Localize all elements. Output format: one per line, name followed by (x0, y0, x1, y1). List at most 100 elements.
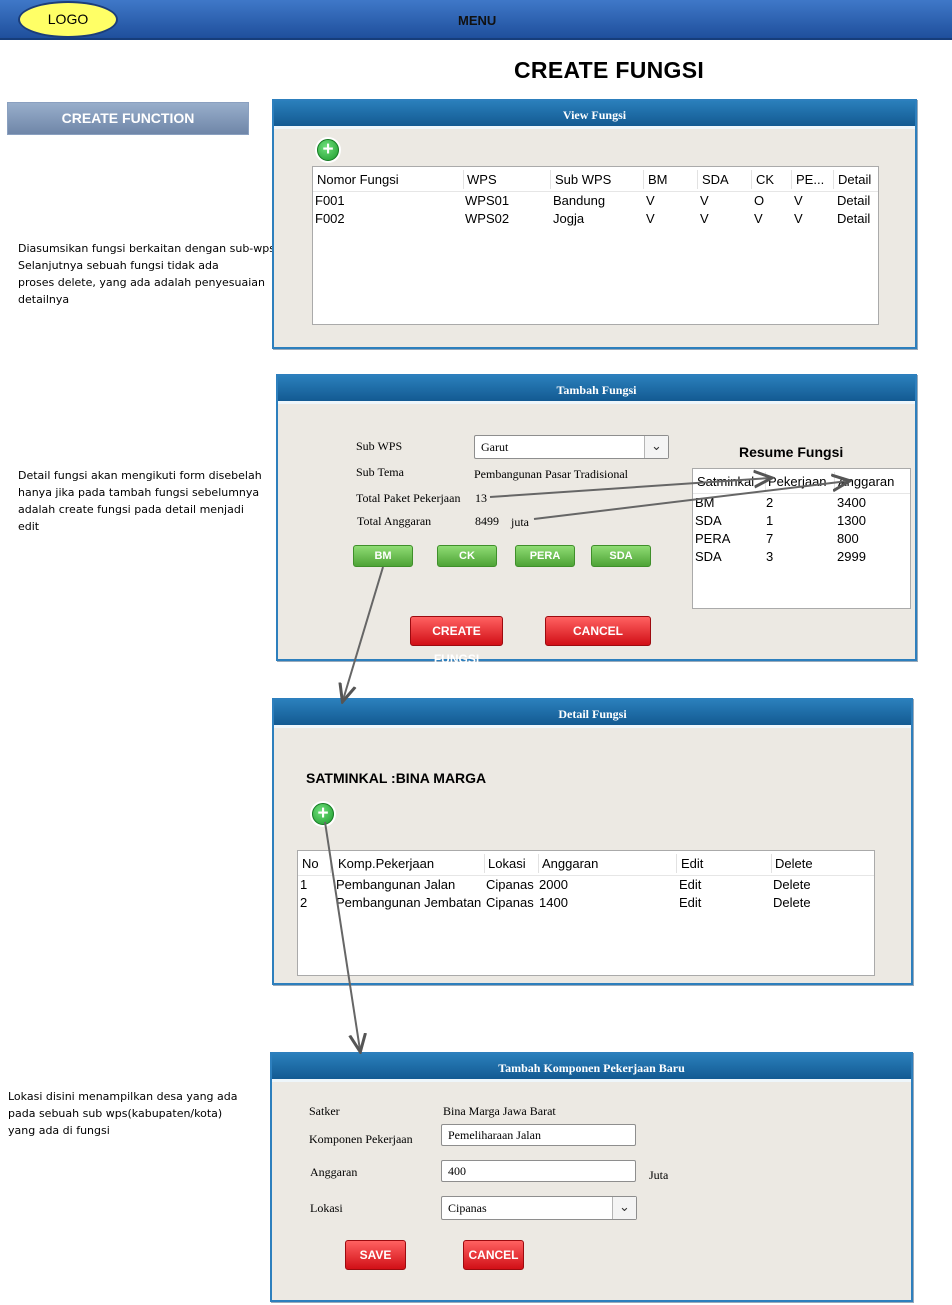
detail-fungsi-panel: Detail Fungsi SATMINKAL :BINA MARGA + No… (272, 698, 913, 985)
column-header[interactable]: SDA (702, 172, 729, 187)
edit-link[interactable]: Edit (679, 895, 701, 910)
column-header[interactable]: Edit (681, 856, 703, 871)
column-header[interactable]: Lokasi (488, 856, 526, 871)
table-cell: Pembangunan Jalan (336, 877, 456, 892)
table-cell: 2 (766, 495, 774, 510)
sub-wps-select[interactable]: Garut ⌄ (474, 435, 669, 459)
table-cell: 2000 (539, 877, 568, 892)
table-cell: V (754, 211, 763, 226)
total-paket-label: Total Paket Pekerjaan (356, 491, 461, 505)
ck-button[interactable]: CK (437, 545, 497, 567)
add-komponen-icon[interactable]: + (312, 803, 334, 825)
table-cell: Cipanas (486, 895, 534, 910)
table-cell: WPS02 (465, 211, 510, 226)
anggaran-unit: Juta (649, 1168, 669, 1182)
column-header[interactable]: Sub WPS (555, 172, 611, 187)
table-cell: 3 (766, 549, 774, 564)
column-header[interactable]: Pekerjaan (768, 474, 827, 489)
table-cell: 2 (300, 895, 308, 910)
table-cell: Jogja (553, 211, 585, 226)
table-cell: PERA (695, 531, 731, 546)
total-anggaran-value: 8499 (475, 514, 499, 528)
total-paket-value: 13 (475, 491, 487, 505)
table-cell: V (646, 211, 655, 226)
lokasi-label: Lokasi (310, 1201, 343, 1215)
resume-table: Satminkal Pekerjaan Anggaran BM 2 3400 S… (692, 468, 911, 609)
cancel-button[interactable]: CANCEL (545, 616, 651, 646)
sub-tema-value: Pembangunan Pasar Tradisional (474, 467, 628, 481)
column-header[interactable]: Detail (838, 172, 871, 187)
column-header[interactable]: Anggaran (542, 856, 598, 871)
table-cell: 800 (837, 531, 859, 546)
table-cell: V (646, 193, 655, 208)
table-cell: V (794, 193, 803, 208)
save-button[interactable]: SAVE (345, 1240, 406, 1270)
pera-button[interactable]: PERA (515, 545, 575, 567)
column-header[interactable]: Komp.Pekerjaan (338, 856, 434, 871)
satker-label: Satker (309, 1104, 340, 1118)
bm-button[interactable]: BM (353, 545, 413, 567)
column-header[interactable]: Satminkal (697, 474, 754, 489)
table-cell: V (794, 211, 803, 226)
resume-title: Resume Fungsi (739, 444, 844, 460)
komponen-table: No Komp.Pekerjaan Lokasi Anggaran Edit D… (297, 850, 875, 976)
table-cell: 1400 (539, 895, 568, 910)
table-cell: F001 (315, 193, 345, 208)
column-header[interactable]: Delete (775, 856, 813, 871)
menu-button[interactable]: MENU (458, 13, 496, 28)
panel-title: Detail Fungsi (274, 700, 911, 728)
column-header[interactable]: No (302, 856, 319, 871)
table-cell: O (754, 193, 765, 208)
table-cell: V (700, 193, 709, 208)
lokasi-select[interactable]: Cipanas ⌄ (441, 1196, 637, 1220)
tambah-komponen-panel: Tambah Komponen Pekerjaan Baru Satker Bi… (270, 1052, 913, 1302)
note-lokasi: Lokasi disini menampilkan desa yang ada … (8, 1090, 238, 1137)
create-fungsi-button[interactable]: CREATE FUNGSI (410, 616, 503, 666)
satker-value: Bina Marga Jawa Barat (443, 1104, 556, 1118)
logo[interactable]: LOGO (18, 1, 118, 38)
column-header[interactable]: WPS (467, 172, 497, 187)
column-header[interactable]: Anggaran (838, 474, 894, 489)
cancel-button[interactable]: CANCEL (463, 1240, 524, 1270)
table-cell: Cipanas (486, 877, 534, 892)
sub-wps-value: Garut (481, 440, 509, 454)
sda-button[interactable]: SDA (591, 545, 651, 567)
komponen-input[interactable]: Pemeliharaan Jalan (441, 1124, 636, 1146)
detail-link[interactable]: Detail (837, 211, 870, 226)
lokasi-value: Cipanas (448, 1201, 487, 1215)
table-cell: 2999 (837, 549, 866, 564)
table-cell: V (700, 211, 709, 226)
table-cell: SDA (695, 513, 722, 528)
komponen-label: Komponen Pekerjaan (309, 1132, 413, 1146)
fungsi-table: Nomor Fungsi WPS Sub WPS BM SDA CK PE...… (312, 166, 879, 325)
total-anggaran-label: Total Anggaran (357, 514, 432, 528)
table-cell: BM (695, 495, 715, 510)
table-cell: 3400 (837, 495, 866, 510)
column-header[interactable]: BM (648, 172, 668, 187)
tambah-fungsi-panel: Tambah Fungsi Sub WPS Garut ⌄ Sub Tema P… (276, 374, 917, 666)
column-header[interactable]: PE... (796, 172, 824, 187)
table-cell: Pembangunan Jembatan (336, 895, 482, 910)
top-bar: LOGO MENU (0, 0, 952, 40)
detail-link[interactable]: Detail (837, 193, 870, 208)
create-function-button[interactable]: CREATE FUNCTION (7, 102, 249, 135)
sub-wps-label: Sub WPS (356, 439, 403, 453)
anggaran-input[interactable]: 400 (441, 1160, 636, 1182)
chevron-down-icon[interactable]: ⌄ (644, 436, 668, 458)
note-view-fungsi: Diasumsikan fungsi berkaitan dengan sub-… (18, 242, 279, 306)
table-cell: 1 (766, 513, 774, 528)
table-cell: 1 (300, 877, 308, 892)
view-fungsi-panel: View Fungsi + Nomor Fungsi WPS Sub WPS B… (272, 99, 917, 349)
total-anggaran-unit: juta (511, 515, 529, 529)
add-fungsi-icon[interactable]: + (317, 139, 339, 161)
table-cell: Bandung (553, 193, 606, 208)
satminkal-title: SATMINKAL :BINA MARGA (306, 770, 487, 786)
chevron-down-icon[interactable]: ⌄ (612, 1197, 636, 1219)
edit-link[interactable]: Edit (679, 877, 701, 892)
column-header[interactable]: Nomor Fungsi (317, 172, 399, 187)
table-cell: WPS01 (465, 193, 510, 208)
column-header[interactable]: CK (756, 172, 774, 187)
delete-link[interactable]: Delete (773, 895, 811, 910)
table-cell: 7 (766, 531, 774, 546)
delete-link[interactable]: Delete (773, 877, 811, 892)
